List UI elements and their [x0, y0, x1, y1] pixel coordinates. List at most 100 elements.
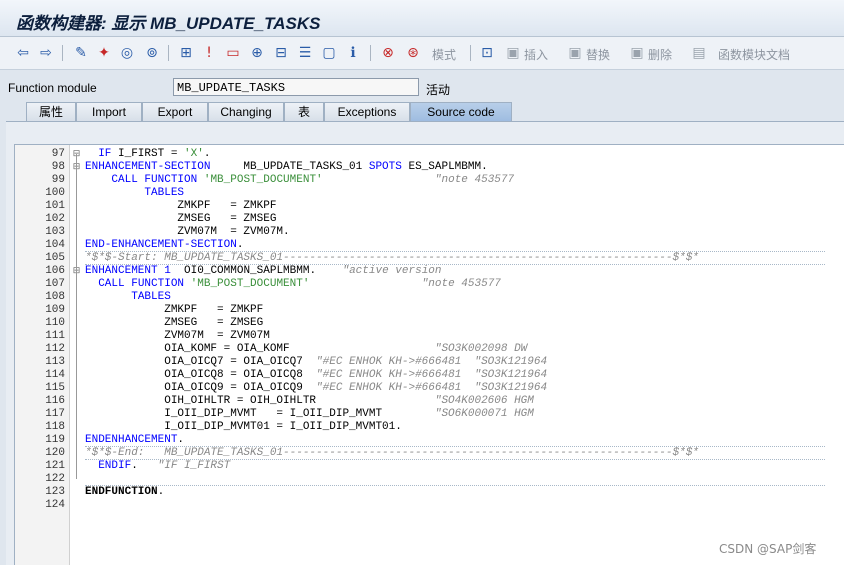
replace-icon[interactable]: ▣ — [566, 44, 584, 62]
code-line[interactable]: 101 ZMKPF = ZMKPF — [15, 200, 844, 213]
code-line[interactable]: 116 OIH_OIHLTR = OIH_OIHLTR "SO4K002606 … — [15, 395, 844, 408]
code-line[interactable]: 99 CALL FUNCTION 'MB_POST_DOCUMENT' "not… — [15, 174, 844, 187]
code-line[interactable]: 121 ENDIF. "IF I_FIRST — [15, 460, 844, 473]
line-number: 104 — [45, 239, 65, 251]
tab-export[interactable]: Export — [142, 102, 208, 122]
title-bar: 函数构建器: 显示 MB_UPDATE_TASKS — [0, 0, 844, 37]
documentation-icon[interactable]: ▤ — [690, 44, 708, 62]
navigate-icon[interactable]: ⊕ — [248, 44, 266, 62]
code-line[interactable]: 102 ZMSEG = ZMSEG — [15, 213, 844, 226]
line-number: 123 — [45, 486, 65, 498]
code-line[interactable]: 107 CALL FUNCTION 'MB_POST_DOCUMENT' "no… — [15, 278, 844, 291]
code-text: ZMSEG = ZMSEG — [85, 317, 264, 329]
object-list-icon[interactable]: ▭ — [224, 44, 242, 62]
code-text: I_OII_DIP_MVMT01 = I_OII_DIP_MVMT01. — [85, 421, 402, 433]
pattern-icon[interactable]: ☰ — [296, 44, 314, 62]
code-text: ZMSEG = ZMSEG — [85, 213, 277, 225]
code-line[interactable]: 115 OIA_OICQ9 = OIA_OICQ9 "#EC ENHOK KH-… — [15, 382, 844, 395]
check-icon[interactable]: ⊚ — [143, 44, 161, 62]
code-text: OIA_OICQ9 = OIA_OICQ9 "#EC ENHOK KH->#66… — [85, 382, 548, 394]
info-icon[interactable]: ℹ — [344, 44, 362, 62]
watermark: CSDN @SAP剑客 — [719, 542, 817, 556]
code-line[interactable]: 112 OIA_KOMF = OIA_KOMF "SO3K002098 DW — [15, 343, 844, 356]
code-text: CALL FUNCTION 'MB_POST_DOCUMENT' "note 4… — [111, 174, 515, 186]
function-module-docs-button[interactable]: 函数模块文档 — [718, 46, 790, 63]
function-module-field[interactable]: MB_UPDATE_TASKS — [173, 78, 419, 96]
code-line[interactable]: 118 I_OII_DIP_MVMT01 = I_OII_DIP_MVMT01. — [15, 421, 844, 434]
code-text: ENDIF. "IF I_FIRST — [98, 460, 231, 472]
function-module-row: Function module MB_UPDATE_TASKS 活动 — [0, 77, 844, 99]
code-line[interactable]: 109 ZMKPF = ZMKPF — [15, 304, 844, 317]
line-number: 113 — [45, 356, 65, 368]
replace-button[interactable]: 替换 — [586, 46, 610, 63]
section-separator — [85, 264, 825, 265]
hierarchy-icon[interactable]: ⊞ — [177, 44, 195, 62]
tab-exceptions[interactable]: Exceptions — [324, 102, 410, 122]
edit-pencil-icon[interactable]: ✎ — [72, 44, 90, 62]
mode-label[interactable]: 模式 — [432, 46, 456, 63]
code-line[interactable]: 110 ZMSEG = ZMSEG — [15, 317, 844, 330]
code-text: ZMKPF = ZMKPF — [85, 304, 264, 316]
code-text: OIA_KOMF = OIA_KOMF "SO3K002098 DW — [85, 343, 528, 355]
tab-tables[interactable]: 表 — [284, 102, 324, 122]
line-number: 106 — [45, 265, 65, 277]
code-line[interactable]: 113 OIA_OICQ7 = OIA_OICQ7 "#EC ENHOK KH-… — [15, 356, 844, 369]
code-line[interactable]: 123 ENDFUNCTION. — [15, 486, 844, 499]
code-text: OIA_OICQ7 = OIA_OICQ7 "#EC ENHOK KH->#66… — [85, 356, 548, 368]
line-number: 100 — [45, 187, 65, 199]
source-code-editor[interactable]: 97⊟ IF I_FIRST = 'X'.98⊟ENHANCEMENT-SECT… — [14, 144, 844, 565]
tab-attributes[interactable]: 属性 — [26, 102, 76, 122]
forward-icon[interactable]: ⇨ — [37, 44, 55, 62]
code-text: ENHANCEMENT-SECTION MB_UPDATE_TASKS_01 S… — [85, 161, 488, 173]
code-line[interactable]: 111 ZVM07M = ZVM07M — [15, 330, 844, 343]
application-toolbar: ⇦ ⇨ ✎ ✦ ◎ ⊚ ⊞ ! ▭ ⊕ ⊟ ☰ ▢ ℹ ⊗ ⊛ 模式 ⊡ ▣ 插… — [0, 37, 844, 70]
code-line[interactable]: 97⊟ IF I_FIRST = 'X'. — [15, 148, 844, 161]
line-number: 124 — [45, 499, 65, 511]
code-line[interactable]: 114 OIA_OICQ8 = OIA_OICQ8 "#EC ENHOK KH-… — [15, 369, 844, 382]
structure-icon[interactable]: ⊟ — [272, 44, 290, 62]
code-line[interactable]: 124 — [15, 499, 844, 512]
line-number: 101 — [45, 200, 65, 212]
line-number: 111 — [45, 330, 65, 342]
code-line[interactable]: 100 TABLES — [15, 187, 844, 200]
line-number: 102 — [45, 213, 65, 225]
fold-guide — [76, 154, 77, 479]
code-text: IF I_FIRST = 'X'. — [98, 148, 211, 160]
section-separator — [85, 446, 825, 447]
code-text: ZVM07M = ZVM07M — [85, 330, 270, 342]
activate-icon[interactable]: ✦ — [95, 44, 113, 62]
back-icon[interactable]: ⇦ — [14, 44, 32, 62]
code-line[interactable]: 106⊟ENHANCEMENT 1 OI0_COMMON_SAPLMBMM. "… — [15, 265, 844, 278]
toolbar-separator — [62, 45, 63, 61]
function-module-label: Function module — [8, 81, 97, 95]
line-number: 99 — [51, 174, 65, 186]
syntax-check-icon[interactable]: ◎ — [118, 44, 136, 62]
line-number: 105 — [45, 252, 65, 264]
line-number: 107 — [45, 278, 65, 290]
insert-button[interactable]: 插入 — [524, 46, 548, 63]
line-number: 112 — [45, 343, 65, 355]
tab-import[interactable]: Import — [76, 102, 142, 122]
tab-source-code[interactable]: Source code — [410, 102, 512, 122]
pattern-insert-icon[interactable]: ⊡ — [478, 44, 496, 62]
code-text: CALL FUNCTION 'MB_POST_DOCUMENT' "note 4… — [98, 278, 501, 290]
where-used-icon[interactable]: ! — [200, 44, 218, 62]
insert-icon[interactable]: ▣ — [504, 44, 522, 62]
line-number: 110 — [45, 317, 65, 329]
tab-changing[interactable]: Changing — [208, 102, 284, 122]
code-line[interactable]: 103 ZVM07M = ZVM07M. — [15, 226, 844, 239]
code-line[interactable]: 98⊟ENHANCEMENT-SECTION MB_UPDATE_TASKS_0… — [15, 161, 844, 174]
code-line[interactable]: 117 I_OII_DIP_MVMT = I_OII_DIP_MVMT "SO6… — [15, 408, 844, 421]
window-title: 函数构建器: 显示 MB_UPDATE_TASKS — [16, 14, 321, 33]
status-text: 活动 — [426, 83, 451, 97]
delete-button[interactable]: 删除 — [648, 46, 672, 63]
debug-icon[interactable]: ⊛ — [404, 44, 422, 62]
code-line[interactable]: 108 TABLES — [15, 291, 844, 304]
line-number: 122 — [45, 473, 65, 485]
code-text: ENHANCEMENT 1 OI0_COMMON_SAPLMBMM. "acti… — [85, 265, 442, 277]
window-icon[interactable]: ▢ — [320, 44, 338, 62]
section-separator — [85, 459, 825, 460]
test-icon[interactable]: ⊗ — [379, 44, 397, 62]
toolbar-separator — [470, 45, 471, 61]
delete-icon[interactable]: ▣ — [628, 44, 646, 62]
